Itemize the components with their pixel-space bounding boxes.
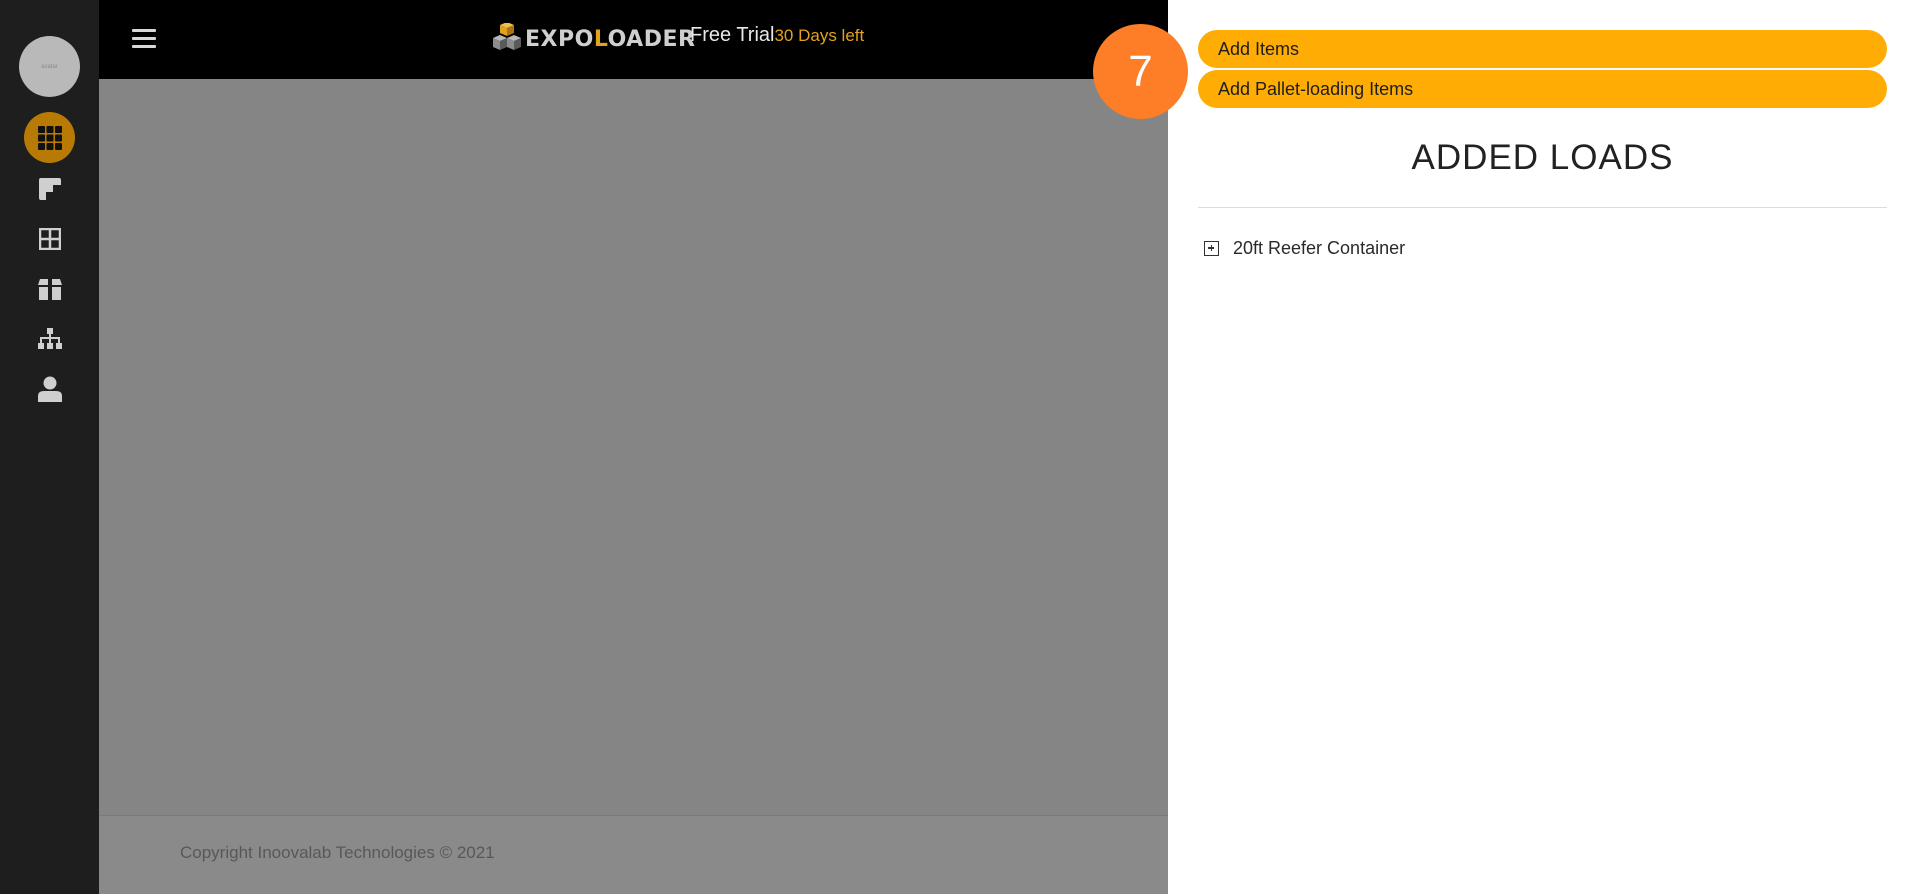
panel-title: ADDED LOADS (1411, 138, 1674, 177)
add-pallet-loading-items-button[interactable]: Add Pallet-loading Items (1198, 70, 1887, 108)
days-left: 30 Days left (774, 26, 865, 45)
avatar-text: avatar (41, 63, 58, 70)
sidebar-item-organization[interactable] (24, 313, 75, 364)
flipboard-icon (38, 177, 61, 200)
copyright-text: Copyright Inoovalab Technologies © 2021 (180, 843, 495, 862)
sidebar-item-containers[interactable] (24, 163, 75, 214)
footer: Copyright Inoovalab Technologies © 2021 (99, 815, 1168, 894)
expoloader-logo: EXPOLOADER (491, 22, 695, 56)
trial-status: Free Trial30 Days left (690, 24, 864, 47)
divider (1198, 207, 1887, 208)
sidebar-item-boxes[interactable] (24, 263, 75, 314)
add-pallet-label: Add Pallet-loading Items (1218, 78, 1414, 99)
hamburger-menu-icon[interactable] (132, 28, 156, 50)
add-items-button[interactable]: Add Items (1198, 30, 1887, 68)
sidebar-item-layouts[interactable] (24, 213, 75, 264)
sitemap-icon (37, 327, 62, 349)
top-bar: EXPOLOADER Free Trial30 Days left (99, 0, 1168, 79)
sidebar-item-profile[interactable] (24, 363, 75, 414)
load-item[interactable]: 20ft Reefer Container (1204, 236, 1405, 260)
sidebar: avatar (0, 0, 99, 894)
sidebar-item-dashboard[interactable] (24, 112, 75, 163)
avatar[interactable]: avatar (19, 36, 80, 97)
user-icon (37, 376, 62, 402)
expand-plus-icon[interactable] (1204, 240, 1219, 256)
cubes-logo-icon (493, 23, 521, 50)
add-items-label: Add Items (1218, 38, 1300, 59)
logo-wordmark: EXPOLOADER (525, 26, 696, 52)
windows-icon (38, 227, 61, 250)
main-content-overlay[interactable] (99, 79, 1168, 815)
box-icon (37, 278, 62, 300)
step-number-badge: 7 (1093, 24, 1188, 119)
added-loads-panel: Add Items Add Pallet-loading Items ADDED… (1168, 0, 1911, 894)
load-item-label: 20ft Reefer Container (1233, 237, 1406, 258)
grid-icon (37, 125, 62, 150)
trial-label: Free Trial (690, 24, 775, 46)
